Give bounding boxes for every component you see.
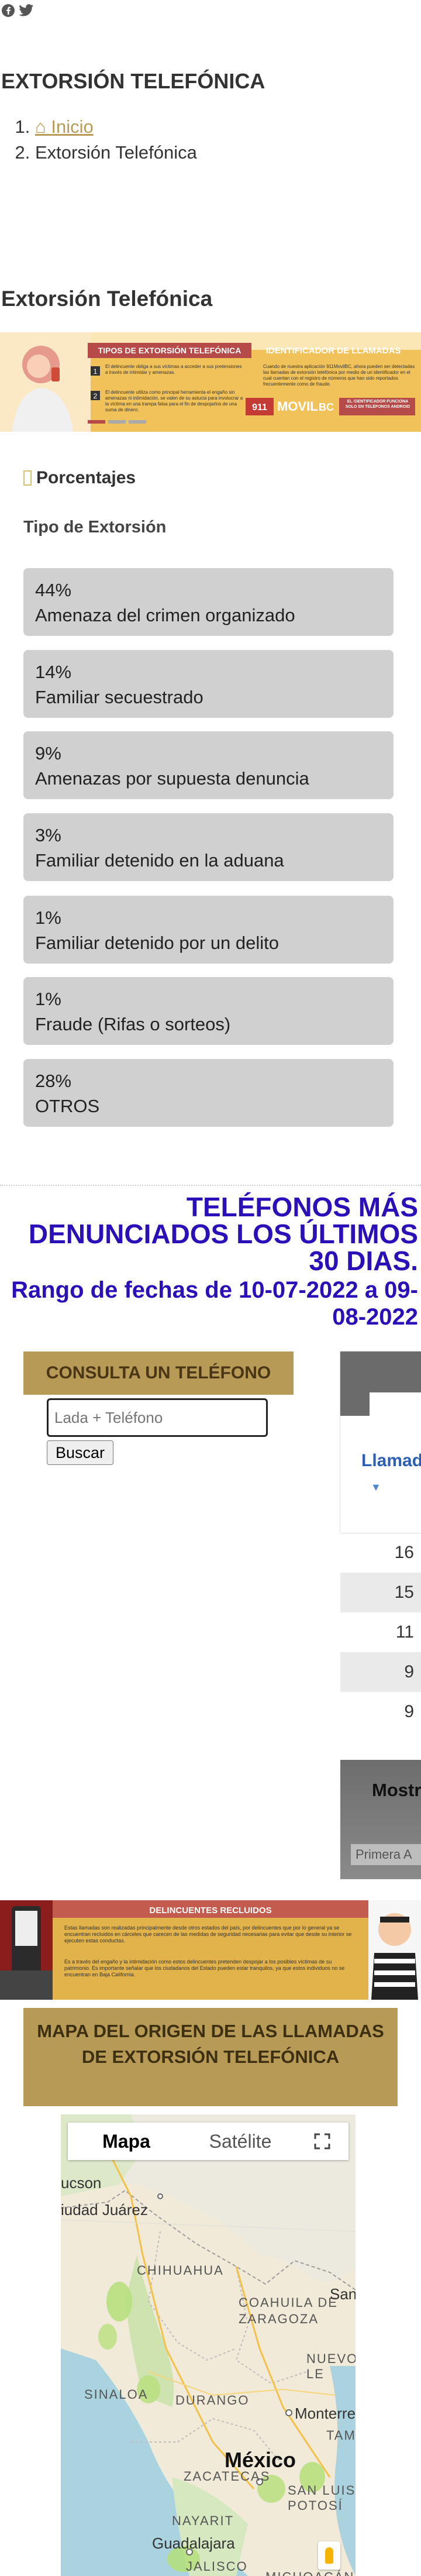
pagination: Primera A [351,1844,421,1865]
stat-label: OTROS [35,1096,100,1116]
banner-left-title: TIPOS DE EXTORSIÓN TELEFÓNICA [98,345,241,355]
breadcrumb-home[interactable]: ⌂ Inicio [35,114,197,140]
map-label-durango: DURANGO [175,2393,250,2408]
banner-right-footer: EL IDENTIFICADOR FUNCIONA SOLO EN TELÉFO… [345,400,410,409]
stat-pct: 1% [35,989,61,1009]
map-tab-mapa[interactable]: Mapa [68,2123,185,2160]
banner-right-text: Cuando de nuestra aplicación 911MovilBC,… [263,364,415,387]
table-row: 9 [404,1702,414,1721]
consulta-title: CONSULTA UN TELÉFONO [23,1351,294,1395]
origin-map[interactable]: Mapa Satélite ucson iudad Juárez CHIHUAH… [61,2114,356,2576]
table-search-box[interactable] [370,1392,421,1416]
svg-text:1: 1 [94,367,98,376]
stat-item: 3% Familiar detenido en la aduana [23,813,394,881]
column-header-llamadas[interactable]: Llamad [361,1451,421,1471]
map-label-san: San [330,2285,356,2303]
map-label-coahuila: COAHUILA DE ZARAGOZA [239,2295,338,2326]
map-label-michoacan: MICHOACÁN [265,2570,354,2576]
pagination-prev[interactable]: A [403,1847,412,1862]
banner-right-title: IDENTIFICADOR DE LLAMADAS [266,346,401,356]
home-icon: ⌂ [35,116,46,137]
map-label-guadalajara: Guadalajara [152,2534,235,2552]
stat-label: Familiar detenido por un delito [35,933,279,953]
stat-item: 28% OTROS [23,1059,394,1127]
street-view-pegman-icon[interactable] [318,2541,340,2570]
banner-step1: El delincuente obliga a sus víctimas a a… [105,364,242,375]
social-links [1,4,34,22]
date-range: Rango de fechas de 10-07-2022 a 09-08-20… [11,1277,418,1330]
percent-heading: Porcentajes [23,468,136,488]
stat-pct: 3% [35,825,61,845]
search-button[interactable]: Buscar [47,1440,113,1465]
stat-label: Familiar detenido en la aduana [35,850,284,871]
map-label-nayarit: NAYARIT [172,2513,234,2528]
top-phones-title: TELÉFONOS MÁS DENUNCIADOS LOS ÚLTIMOS 30… [28,1192,418,1276]
stat-label: Familiar secuestrado [35,687,203,707]
facebook-icon[interactable] [1,4,15,22]
map-label-chihuahua: CHIHUAHUA [137,2263,224,2278]
map-title: MAPA DEL ORIGEN DE LAS LLAMADAS DE EXTOR… [23,2008,398,2106]
stat-pct: 44% [35,580,72,600]
map-label-tamaulipas: TAMA [326,2428,356,2443]
stat-pct: 9% [35,743,61,763]
table-row: 15 [340,1573,421,1612]
map-label-monterrey: Monterrey [295,2405,356,2422]
phones-table-header: Llamad ▼ [340,1351,421,1533]
twitter-icon[interactable] [19,4,34,22]
map-label-juarez: iudad Juárez [61,2201,148,2219]
stat-pct: 14% [35,662,72,682]
chart-icon [23,470,32,486]
map-tab-satellite[interactable]: Satélite [185,2123,296,2160]
stat-label: Fraude (Rifas o sorteos) [35,1014,231,1034]
map-label-sinaloa: SINALOA [84,2387,149,2402]
table-row: 16 [394,1543,414,1562]
stat-item: 1% Familiar detenido por un delito [23,896,394,964]
banner2-text1: Estas llamadas son realizadas principalm… [64,1925,352,1944]
app-name: MOVIL [277,399,318,414]
stat-item: 44% Amenaza del crimen organizado [23,568,394,636]
table-info: Mostr [372,1780,421,1800]
stat-label: Amenazas por supuesta denuncia [35,768,309,789]
breadcrumb-home-label[interactable]: Inicio [51,116,93,137]
app-badge: 911 [252,403,267,412]
percent-heading-label: Porcentajes [36,468,136,487]
section-divider [0,1185,421,1186]
section-title: Extorsión Telefónica [1,287,213,311]
sort-down-icon[interactable]: ▼ [371,1481,381,1494]
table-footer: Mostr Primera A [340,1760,421,1879]
top-phones-heading: TELÉFONOS MÁS DENUNCIADOS LOS ÚLTIMOS 30… [0,1194,418,1330]
table-toolbar [340,1351,421,1416]
stat-pct: 1% [35,907,61,928]
banner2-title: DELINCUENTES RECLUIDOS [149,1906,271,1915]
stat-pct: 28% [35,1071,72,1091]
stat-item: 14% Familiar secuestrado [23,650,394,718]
banner-step2: El delincuente utiliza como principal he… [105,390,243,412]
percent-subheading: Tipo de Extorsión [23,518,167,536]
fullscreen-icon[interactable] [296,2123,348,2160]
table-row: 11 [395,1622,414,1642]
map-type-control: Mapa Satélite [68,2123,348,2160]
breadcrumb: ⌂ Inicio Extorsión Telefónica [0,114,197,166]
pagination-first[interactable]: Primera [356,1847,401,1862]
svg-text:2: 2 [94,392,98,400]
phone-search-input[interactable] [47,1398,268,1437]
extortion-types-banner: TIPOS DE EXTORSIÓN TELEFÓNICA IDENTIFICA… [0,332,421,432]
breadcrumb-current: Extorsión Telefónica [35,140,197,166]
recluded-criminals-banner: DELINCUENTES RECLUIDOS Estas llamadas so… [0,1900,421,2000]
map-label-nuevo-leon: NUEVO LE [306,2351,356,2381]
banner2-text2: Es a través del engaño y la intimidación… [64,1959,345,1977]
app-suffix: BC [319,401,334,413]
map-label-jalisco: JALISCO [186,2559,248,2574]
map-label-tucson: ucson [61,2174,102,2192]
map-label-zacatecas: ZACATECAS [184,2469,271,2484]
page-title: EXTORSIÓN TELEFÓNICA [1,69,265,93]
stat-label: Amenaza del crimen organizado [35,605,295,625]
map-label-san-luis: SAN LUIS POTOSÍ [288,2483,356,2513]
breadcrumb-home-link[interactable]: ⌂ Inicio [35,116,94,137]
table-row: 9 [340,1652,421,1692]
stat-item: 9% Amenazas por supuesta denuncia [23,731,394,799]
stat-item: 1% Fraude (Rifas o sorteos) [23,977,394,1045]
